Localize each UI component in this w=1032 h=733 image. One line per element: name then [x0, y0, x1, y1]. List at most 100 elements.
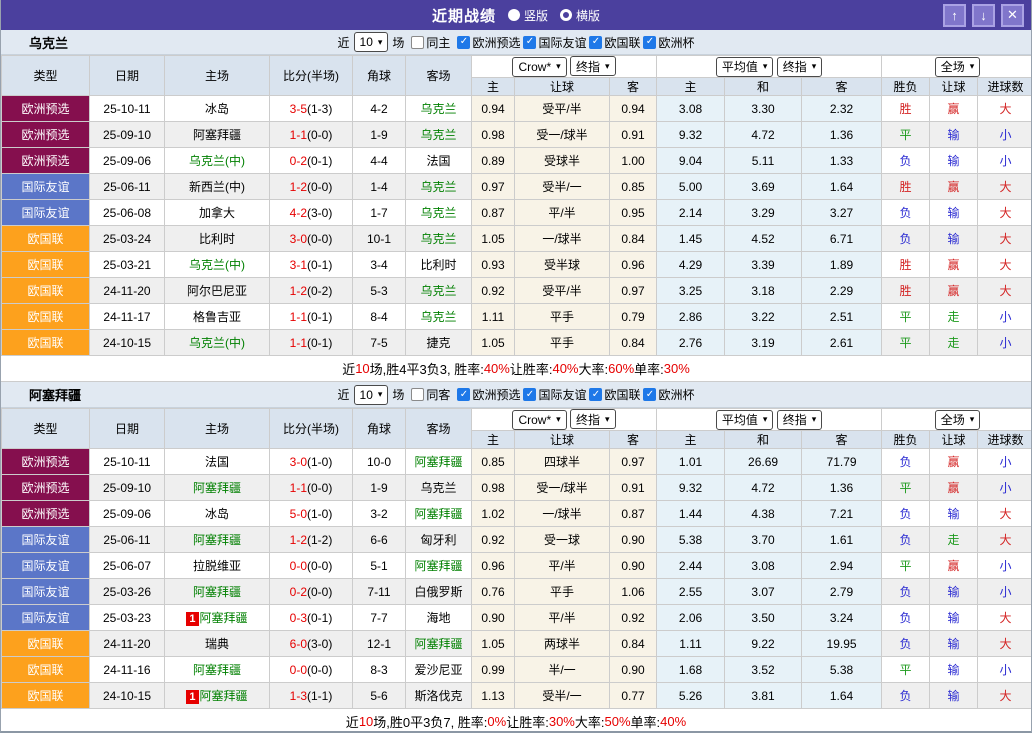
odds-away-cell: 0.84 — [610, 330, 657, 356]
caret-down-icon: ▾ — [763, 415, 768, 424]
same-venue-label: 同客 — [426, 386, 450, 403]
home-team-label: 阿塞拜疆 — [193, 585, 241, 599]
halftime-score: (0-1) — [307, 611, 332, 625]
avg-home-cell: 9.32 — [657, 475, 725, 501]
league-filter-option[interactable]: ✓欧洲预选 — [457, 386, 520, 403]
date-cell: 25-10-11 — [90, 96, 165, 122]
avg-home-cell: 1.45 — [657, 226, 725, 252]
avg-home-cell: 2.44 — [657, 553, 725, 579]
odds-final-select[interactable]: 终指▾ — [570, 409, 616, 429]
result-goals-cell: 小 — [978, 553, 1032, 579]
league-filter-option[interactable]: ✓欧洲杯 — [643, 34, 694, 51]
avg-final-select[interactable]: 终指▾ — [777, 57, 823, 77]
games-label: 场 — [392, 386, 404, 403]
league-cell: 欧国联 — [2, 252, 90, 278]
handicap-cell: 受半/一 — [515, 174, 610, 200]
odds-final-select[interactable]: 终指▾ — [570, 56, 616, 76]
layout-horizontal-option[interactable]: 横版 — [560, 7, 600, 24]
corner-cell: 3-2 — [353, 501, 406, 527]
league-filter-option[interactable]: ✓欧国联 — [589, 386, 640, 403]
avg-away-cell: 2.61 — [802, 330, 882, 356]
home-team-cell: 阿塞拜疆 — [165, 579, 270, 605]
same-venue-option[interactable]: 同主 — [411, 34, 450, 51]
avg-home-cell: 5.38 — [657, 527, 725, 553]
odds-away-cell: 0.90 — [610, 527, 657, 553]
same-venue-option[interactable]: 同客 — [411, 386, 450, 403]
col-header-avg-away: 客 — [802, 78, 882, 96]
avg-draw-cell: 3.07 — [725, 579, 802, 605]
date-cell: 25-06-11 — [90, 174, 165, 200]
avg-draw-cell: 3.70 — [725, 527, 802, 553]
home-team-label: 新西兰(中) — [189, 180, 245, 194]
result-goals-cell: 小 — [978, 148, 1032, 174]
league-filter-label: 欧洲预选 — [472, 34, 520, 51]
avg-source-select[interactable]: 平均值▾ — [716, 410, 774, 430]
home-team-cell: 阿塞拜疆 — [165, 475, 270, 501]
col-header-avg-home: 主 — [657, 78, 725, 96]
away-team-label: 阿塞拜疆 — [414, 455, 462, 469]
scope-select[interactable]: 全场▾ — [935, 57, 981, 77]
odds-home-cell: 1.05 — [472, 631, 515, 657]
result-wl-cell: 胜 — [882, 174, 930, 200]
col-header-score: 比分(半场) — [270, 56, 353, 96]
checkbox-checked-icon: ✓ — [589, 36, 602, 49]
close-button[interactable]: ✕ — [1001, 4, 1024, 27]
layout-vertical-option[interactable]: 竖版 — [508, 7, 548, 24]
scroll-up-button[interactable]: ↑ — [943, 4, 966, 27]
league-cell: 欧洲预选 — [2, 122, 90, 148]
result-wl-cell: 平 — [882, 475, 930, 501]
scope-select[interactable]: 全场▾ — [935, 410, 981, 430]
handicap-cell: 受一/球半 — [515, 122, 610, 148]
league-cell: 欧国联 — [2, 304, 90, 330]
odds-source-select[interactable]: Crow*▾ — [512, 410, 566, 430]
halftime-score: (1-2) — [307, 533, 332, 547]
halftime-score: (0-1) — [307, 258, 332, 272]
avg-away-cell: 1.33 — [802, 148, 882, 174]
avg-away-cell: 2.79 — [802, 579, 882, 605]
league-filter-option[interactable]: ✓欧洲预选 — [457, 34, 520, 51]
avg-home-cell: 3.25 — [657, 278, 725, 304]
away-team-cell: 乌克兰 — [406, 200, 472, 226]
match-count-select[interactable]: 10▾ — [354, 385, 389, 405]
result-handicap-cell: 赢 — [930, 96, 978, 122]
filters: 近 10▾ 场 同主 ✓欧洲预选✓国际友谊✓欧国联✓欧洲杯 — [338, 32, 695, 52]
avg-draw-cell: 3.19 — [725, 330, 802, 356]
league-filter-option[interactable]: ✓国际友谊 — [523, 386, 586, 403]
fulltime-score: 3-1 — [290, 258, 307, 272]
league-filter-option[interactable]: ✓欧洲杯 — [643, 386, 694, 403]
handicap-cell: 受平/半 — [515, 278, 610, 304]
league-filter-option[interactable]: ✓欧国联 — [589, 34, 640, 51]
avg-source-select[interactable]: 平均值▾ — [716, 57, 774, 77]
col-header-date: 日期 — [90, 56, 165, 96]
league-filter-option[interactable]: ✓国际友谊 — [523, 34, 586, 51]
date-cell: 24-11-20 — [90, 278, 165, 304]
avg-home-cell: 1.44 — [657, 501, 725, 527]
col-header-corner: 角球 — [353, 409, 406, 449]
avg-home-cell: 3.08 — [657, 96, 725, 122]
fulltime-score: 0-3 — [290, 611, 307, 625]
avg-final-select[interactable]: 终指▾ — [777, 410, 823, 430]
avg-away-cell: 1.36 — [802, 122, 882, 148]
score-cell: 6-0(3-0) — [270, 631, 353, 657]
result-goals-cell: 小 — [978, 449, 1032, 475]
score-cell: 3-1(0-1) — [270, 252, 353, 278]
scroll-down-button[interactable]: ↓ — [972, 4, 995, 27]
avg-home-cell: 1.01 — [657, 449, 725, 475]
halftime-score: (0-0) — [307, 481, 332, 495]
odds-away-cell: 0.96 — [610, 252, 657, 278]
result-wl-cell: 负 — [882, 527, 930, 553]
score-cell: 3-0(0-0) — [270, 226, 353, 252]
home-team-label: 比利时 — [199, 232, 235, 246]
corner-cell: 3-4 — [353, 252, 406, 278]
away-team-cell: 乌克兰 — [406, 226, 472, 252]
odds-source-select[interactable]: Crow*▾ — [512, 57, 566, 77]
match-count-select[interactable]: 10▾ — [354, 32, 389, 52]
home-team-label: 加拿大 — [199, 206, 235, 220]
handicap-cell: 两球半 — [515, 631, 610, 657]
score-cell: 1-2(1-2) — [270, 527, 353, 553]
col-header-corner: 角球 — [353, 56, 406, 96]
date-cell: 24-10-15 — [90, 330, 165, 356]
corner-cell: 8-3 — [353, 657, 406, 683]
caret-down-icon: ▾ — [812, 62, 817, 71]
result-wl-cell: 平 — [882, 304, 930, 330]
